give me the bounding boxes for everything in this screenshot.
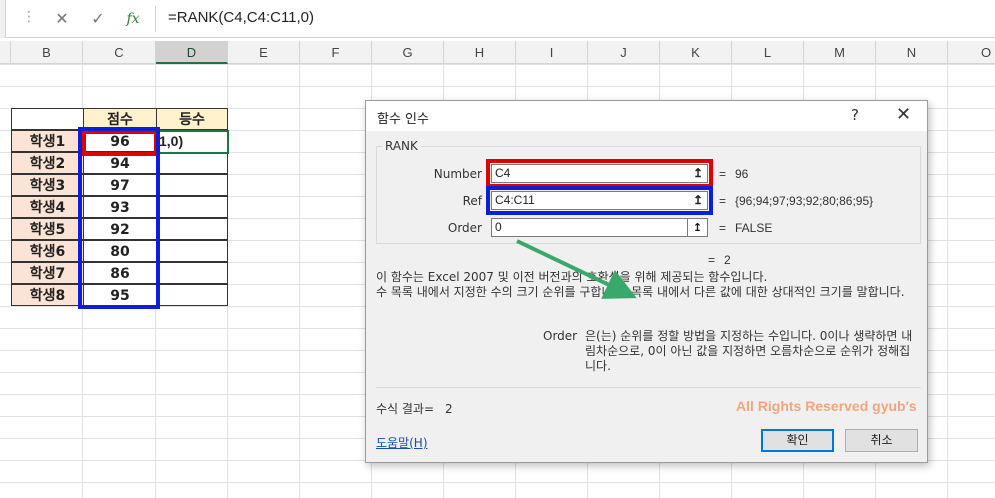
rank-cell[interactable] bbox=[156, 218, 228, 240]
arg-label-order: Order bbox=[447, 221, 482, 235]
rank-cell[interactable] bbox=[156, 240, 228, 262]
rank-cell[interactable] bbox=[156, 262, 228, 284]
active-cell-border bbox=[156, 130, 229, 154]
column-header-d[interactable]: D bbox=[156, 41, 228, 64]
grid-row-line bbox=[0, 64, 995, 65]
order-collapse-icon[interactable]: ↥ bbox=[688, 218, 708, 237]
blue-highlight-c4-c11 bbox=[78, 127, 160, 309]
header-blank[interactable] bbox=[11, 108, 84, 130]
formula-result-label: 수식 결과= bbox=[376, 402, 435, 416]
arg-label-ref: Ref bbox=[462, 194, 482, 208]
dialog-titlebar: 함수 인수 ? ✕ bbox=[366, 101, 927, 131]
header-rank[interactable]: 등수 bbox=[156, 108, 228, 130]
student-name-cell[interactable]: 학생8 bbox=[11, 284, 84, 306]
order-input[interactable]: 0 bbox=[491, 218, 688, 237]
rank-cell[interactable] bbox=[156, 152, 228, 174]
function-name: RANK bbox=[382, 139, 421, 153]
column-header-k[interactable]: K bbox=[660, 41, 732, 64]
column-headers: BCDEFGHIJKLMNO bbox=[0, 41, 995, 64]
arg-result-ref: {96;94;97;93;92;80;86;95} bbox=[735, 194, 874, 208]
overall-equals: = bbox=[708, 253, 716, 267]
arg-help-text: 은(는) 순위를 정할 방법을 지정하는 수입니다. 0이나 생략하면 내림차순… bbox=[585, 329, 913, 373]
arg-equals: = bbox=[719, 221, 727, 235]
cancel-button[interactable]: 취소 bbox=[845, 429, 918, 452]
student-name-cell[interactable]: 학생4 bbox=[11, 196, 84, 218]
column-header-f[interactable]: F bbox=[300, 41, 372, 64]
column-header-o[interactable]: O bbox=[948, 41, 995, 64]
more-options-icon[interactable]: ⋮ bbox=[22, 9, 36, 25]
column-header-b[interactable]: B bbox=[11, 41, 83, 64]
function-group: RANK Number C4↥ ↥ = 96 Ref C4:C11↥ ↥ = {… bbox=[376, 139, 921, 244]
dialog-divider bbox=[376, 387, 921, 388]
student-name-cell[interactable]: 학생6 bbox=[11, 240, 84, 262]
column-header-e[interactable]: E bbox=[228, 41, 300, 64]
student-name-cell[interactable]: 학생7 bbox=[11, 262, 84, 284]
rank-cell[interactable] bbox=[156, 174, 228, 196]
rank-cell[interactable] bbox=[156, 196, 228, 218]
ok-button[interactable]: 확인 bbox=[761, 429, 834, 452]
ref-input[interactable]: C4:C11 ↥ bbox=[486, 186, 713, 215]
grid-row-line bbox=[0, 86, 995, 87]
arg-equals: = bbox=[719, 194, 727, 208]
number-input[interactable]: C4 ↥ bbox=[486, 159, 713, 188]
student-name-cell[interactable]: 학생2 bbox=[11, 152, 84, 174]
student-name-cell[interactable]: 학생1 bbox=[11, 130, 84, 152]
arg-equals: = bbox=[719, 167, 727, 181]
arg-label-number: Number bbox=[433, 167, 482, 181]
rank-cell[interactable] bbox=[156, 284, 228, 306]
column-header-g[interactable]: G bbox=[372, 41, 444, 64]
insert-function-icon[interactable]: fx bbox=[121, 8, 145, 30]
close-icon[interactable]: ✕ bbox=[896, 104, 911, 125]
column-header-l[interactable]: L bbox=[732, 41, 804, 64]
function-arguments-dialog: 함수 인수 ? ✕ RANK Number C4↥ ↥ = 96 Ref C4:… bbox=[365, 100, 928, 463]
help-icon[interactable]: ? bbox=[851, 106, 859, 124]
overall-result: 2 bbox=[724, 253, 731, 267]
watermark: All Rights Reserved gyub's bbox=[736, 398, 917, 414]
column-header-m[interactable]: M bbox=[804, 41, 876, 64]
column-header-h[interactable]: H bbox=[444, 41, 516, 64]
help-link[interactable]: 도움말(H) bbox=[376, 434, 428, 451]
column-header-j[interactable]: J bbox=[588, 41, 660, 64]
student-name-cell[interactable]: 학생5 bbox=[11, 218, 84, 240]
dialog-title: 함수 인수 bbox=[377, 112, 429, 127]
function-description: 수 목록 내에서 지정한 수의 크기 순위를 구합니다. 목록 내에서 다른 값… bbox=[376, 285, 905, 299]
student-name-cell[interactable]: 학생3 bbox=[11, 174, 84, 196]
arg-help-name: Order bbox=[543, 329, 578, 343]
number-collapse-icon[interactable]: ↥ bbox=[693, 165, 703, 182]
formula-result-value: 2 bbox=[445, 402, 453, 416]
formula-bar: ⋮ ✕ ✓ fx =RANK(C4,C4:C11,0) bbox=[0, 0, 995, 38]
name-box-edge bbox=[0, 0, 6, 38]
column-header-i[interactable]: I bbox=[516, 41, 588, 64]
compat-description: 이 함수는 Excel 2007 및 이전 버전과의 호환성을 위해 제공되는 … bbox=[376, 270, 768, 284]
column-header-partial bbox=[0, 41, 11, 64]
formula-input[interactable]: =RANK(C4,C4:C11,0) bbox=[168, 9, 314, 26]
grid-row-line bbox=[0, 482, 995, 483]
arg-result-order: FALSE bbox=[735, 221, 773, 235]
formula-bar-separator bbox=[155, 6, 156, 32]
enter-entry-icon[interactable]: ✓ bbox=[86, 8, 110, 30]
column-header-c[interactable]: C bbox=[83, 41, 156, 64]
cancel-entry-icon[interactable]: ✕ bbox=[50, 8, 74, 30]
arg-result-number: 96 bbox=[735, 167, 749, 181]
ref-collapse-icon[interactable]: ↥ bbox=[693, 192, 703, 209]
column-header-n[interactable]: N bbox=[876, 41, 948, 64]
